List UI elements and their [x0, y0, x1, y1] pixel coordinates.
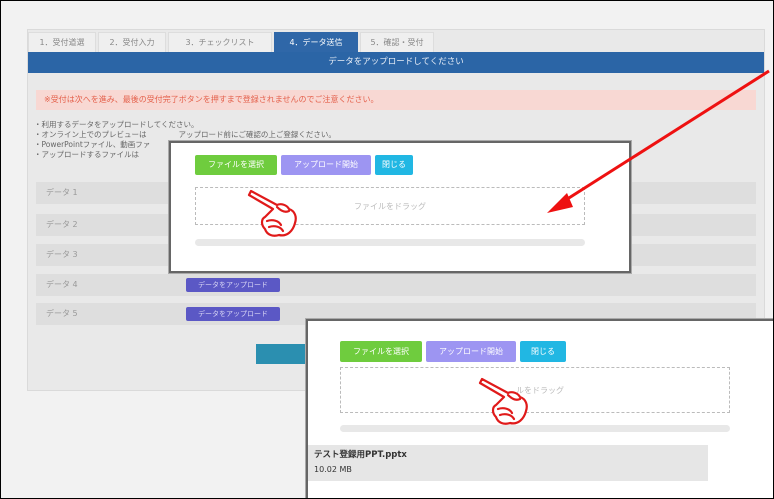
- arrowhead-icon: [547, 193, 573, 213]
- screenshot-frame: 1．受付道選 2．受付入力 3．チェックリスト 4．データ送信 5．確認・受付 …: [0, 0, 774, 499]
- red-arrow-annotation: [547, 69, 770, 213]
